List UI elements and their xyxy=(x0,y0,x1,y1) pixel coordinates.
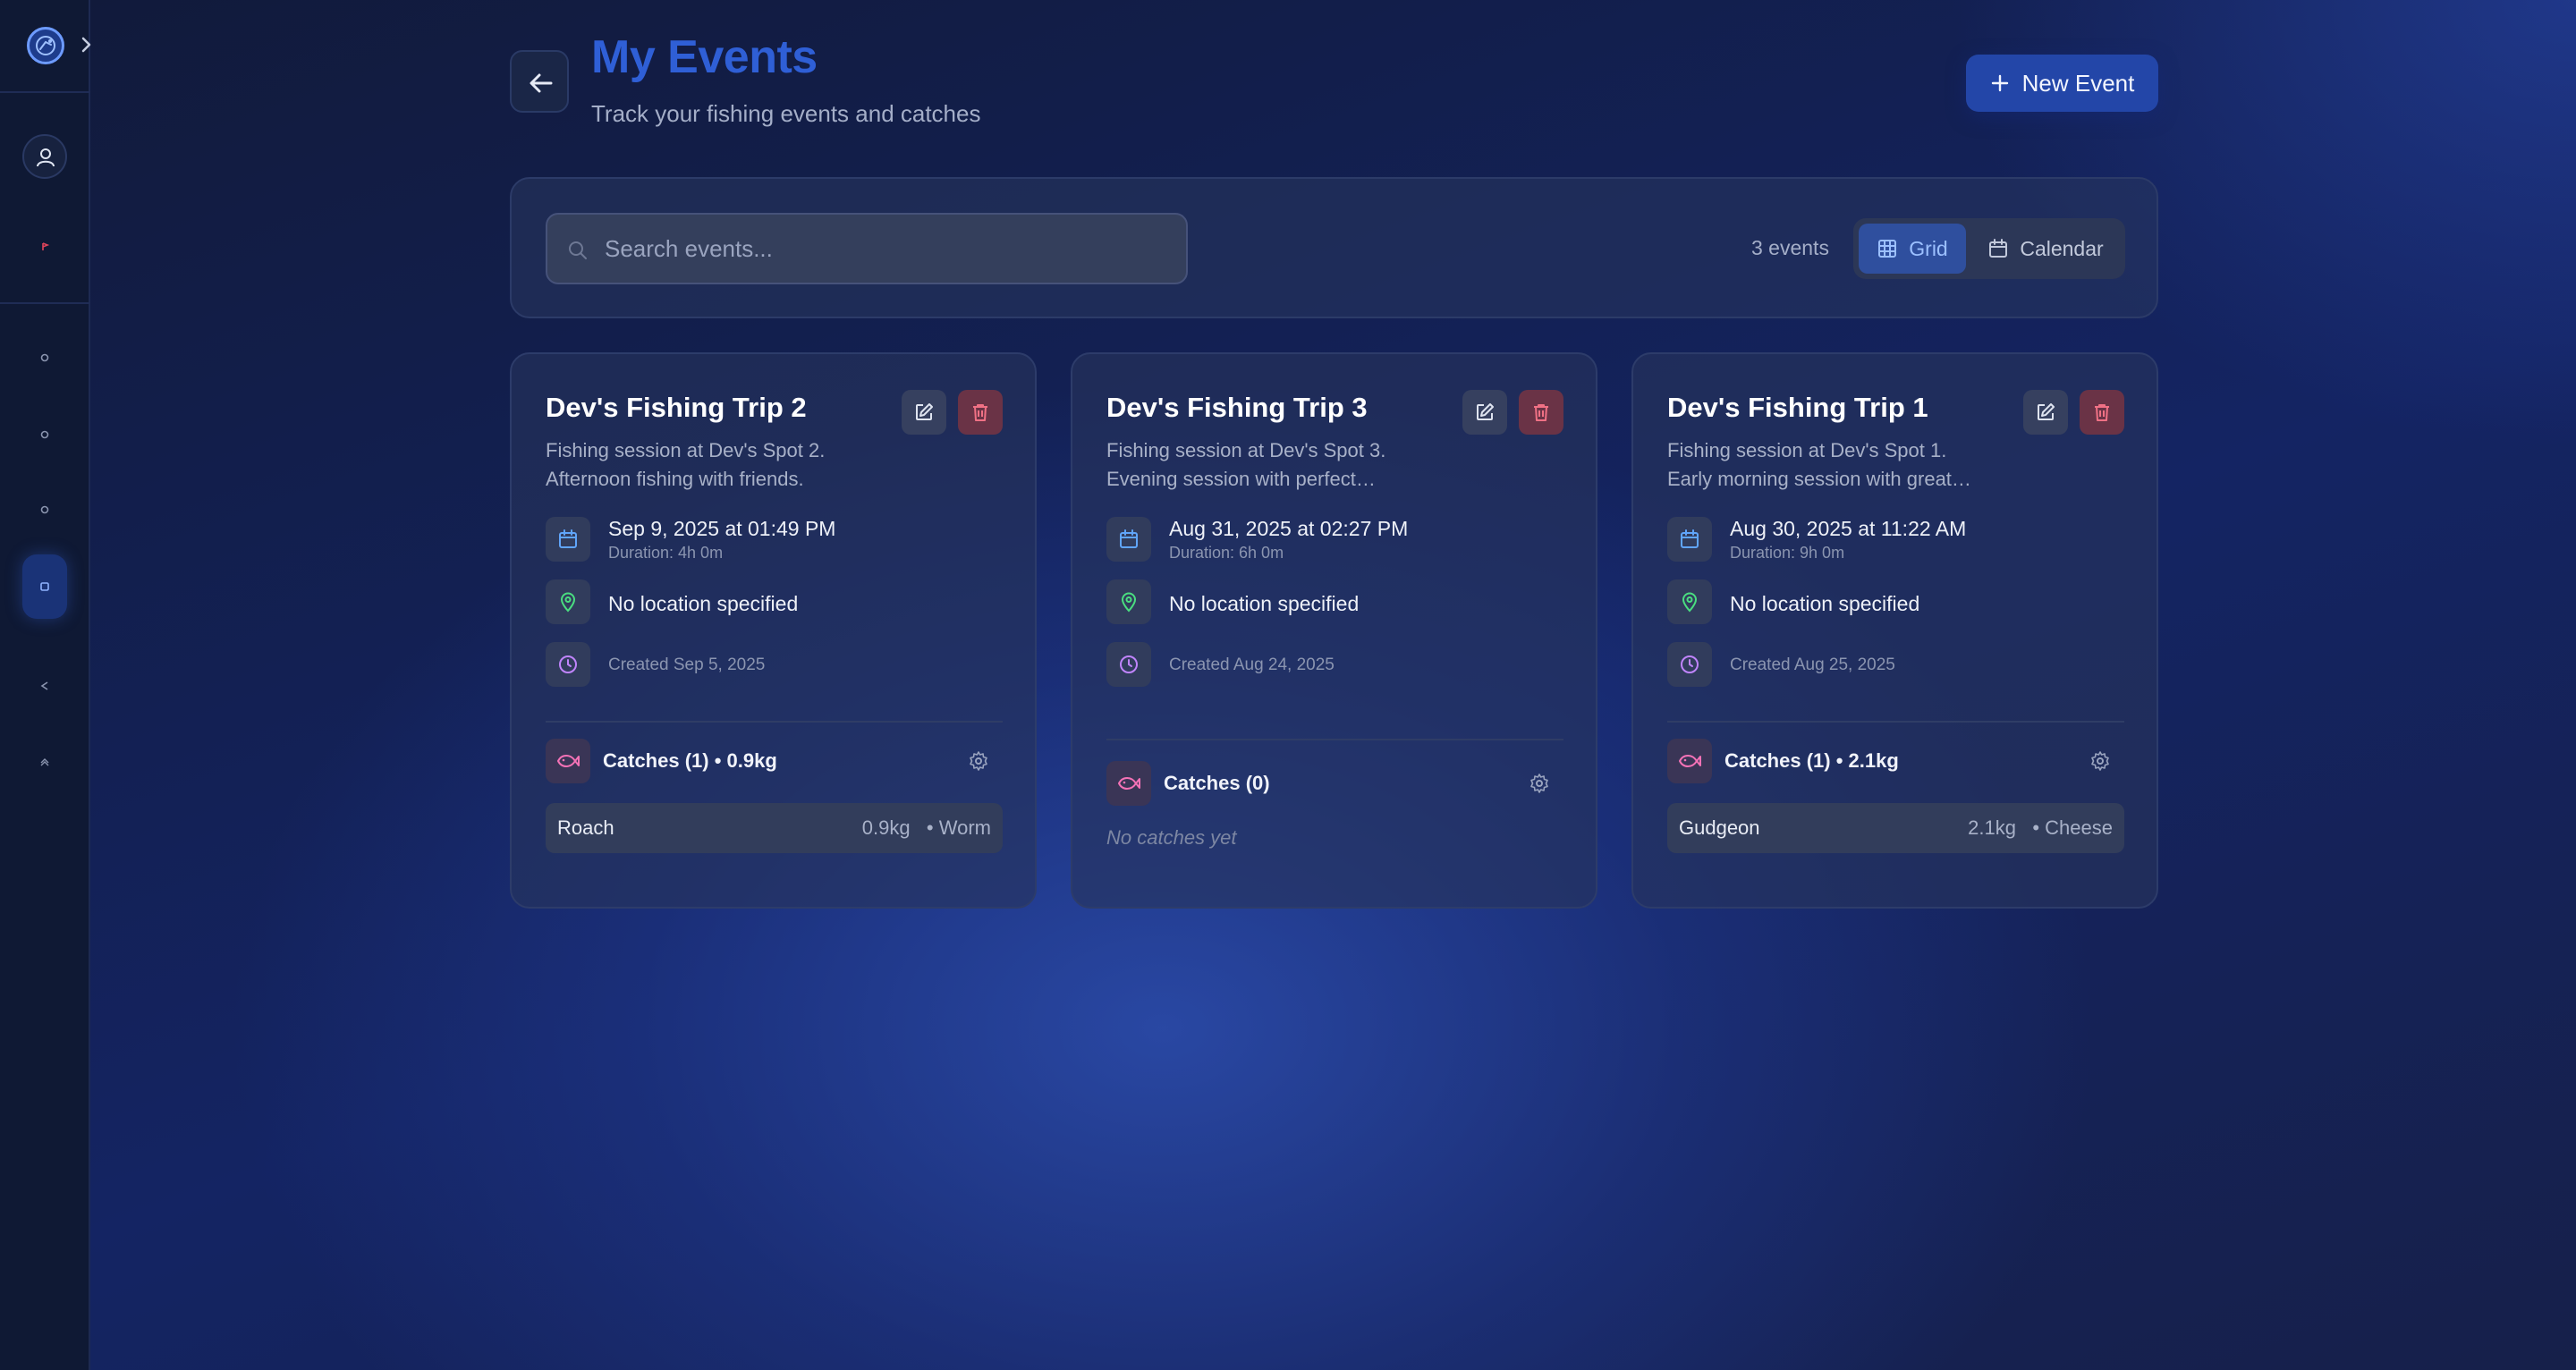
event-date: Sep 9, 2025 at 01:49 PM xyxy=(608,517,836,540)
edit-icon xyxy=(916,403,933,420)
new-event-button[interactable]: New Event xyxy=(1966,55,2158,112)
nav-events-active[interactable] xyxy=(22,554,67,619)
catches-divider xyxy=(546,721,1003,723)
view-grid-button[interactable]: Grid xyxy=(1859,224,1966,274)
grid-icon xyxy=(1878,240,1897,258)
new-event-label: New Event xyxy=(2021,69,2135,97)
catches-summary: Catches (1) • 2.1kg xyxy=(1724,749,1899,772)
delete-event-button[interactable] xyxy=(2080,390,2124,435)
view-grid-label: Grid xyxy=(1909,236,1948,260)
calendar-icon xyxy=(1989,239,2008,258)
gear-icon[interactable] xyxy=(2089,750,2111,772)
trash-icon xyxy=(1534,404,1548,421)
catches-divider xyxy=(1106,739,1563,740)
event-description: Fishing session at Dev's Spot 3. Evening… xyxy=(1106,439,1386,490)
clock-icon xyxy=(546,642,590,687)
events-toolbar: 3 events Grid Calendar xyxy=(510,177,2158,318)
catch-weight: 2.1kg xyxy=(1968,816,2016,839)
catches-summary: Catches (1) • 0.9kg xyxy=(603,749,777,772)
trash-icon xyxy=(2095,404,2109,421)
delete-event-button[interactable] xyxy=(1519,390,1563,435)
page-subtitle: Track your fishing events and catches xyxy=(591,100,981,127)
calendar-icon xyxy=(546,517,590,562)
catch-weight: 0.9kg xyxy=(861,816,911,839)
event-location: No location specified xyxy=(1169,592,1360,615)
calendar-icon xyxy=(1106,517,1151,562)
delete-event-button[interactable] xyxy=(958,390,1003,435)
event-description: Fishing session at Dev's Spot 2. Afterno… xyxy=(546,439,826,490)
catch-species: Gudgeon xyxy=(1679,816,1760,839)
event-created: Created Aug 24, 2025 xyxy=(1169,655,1335,674)
view-calendar-label: Calendar xyxy=(2020,236,2104,260)
gear-icon[interactable] xyxy=(1529,773,1550,794)
catch-species: Roach xyxy=(557,816,614,839)
catch-row[interactable]: Roach 0.9kg • Worm xyxy=(546,803,1003,853)
clock-icon xyxy=(1667,642,1712,687)
event-title: Dev's Fishing Trip 2 xyxy=(546,392,807,423)
catch-bait: • Cheese xyxy=(2032,816,2113,839)
event-date: Aug 31, 2025 at 02:27 PM xyxy=(1169,517,1409,540)
back-button[interactable] xyxy=(510,50,569,113)
fish-icon xyxy=(1106,761,1151,806)
location-pin-icon xyxy=(546,579,590,624)
fish-icon xyxy=(1667,739,1712,783)
event-duration: Duration: 9h 0m xyxy=(1730,544,1845,562)
catches-header: Catches (0) xyxy=(1106,761,1563,806)
event-card[interactable]: Dev's Fishing Trip 2 Fishing session at … xyxy=(510,352,1037,909)
event-title: Dev's Fishing Trip 3 xyxy=(1106,392,1368,423)
catches-header: Catches (1) • 2.1kg xyxy=(1667,739,2124,783)
nav-dot-icon[interactable] xyxy=(36,349,54,367)
sidebar-expand-chevron-icon[interactable] xyxy=(77,34,95,55)
sidebar-divider xyxy=(0,302,90,304)
view-calendar-button[interactable]: Calendar xyxy=(1971,224,2120,274)
event-count: 3 events xyxy=(1751,236,1829,259)
search-icon xyxy=(569,241,587,259)
edit-icon xyxy=(2038,403,2055,420)
calendar-icon xyxy=(1667,517,1712,562)
location-pin-icon xyxy=(1667,579,1712,624)
event-duration: Duration: 4h 0m xyxy=(608,544,724,562)
catch-detail: 0.9kg • Worm xyxy=(862,816,991,840)
catches-header: Catches (1) • 0.9kg xyxy=(546,739,1003,783)
event-description: Fishing session at Dev's Spot 1. Early m… xyxy=(1667,439,1971,490)
sidebar-divider xyxy=(0,91,90,93)
edit-icon xyxy=(1477,403,1494,420)
page-title: My Events xyxy=(591,31,818,83)
event-created: Created Sep 5, 2025 xyxy=(608,655,766,674)
fish-icon xyxy=(546,739,590,783)
location-pin-icon xyxy=(1106,579,1151,624)
edit-event-button[interactable] xyxy=(2023,390,2068,435)
search-input[interactable] xyxy=(605,215,1168,283)
clock-icon xyxy=(1106,642,1151,687)
no-catches-text: No catches yet xyxy=(1106,826,1237,849)
event-card[interactable]: Dev's Fishing Trip 1 Fishing session at … xyxy=(1631,352,2158,909)
catches-divider xyxy=(1667,721,2124,723)
edit-event-button[interactable] xyxy=(902,390,946,435)
gear-icon[interactable] xyxy=(968,750,989,772)
event-created: Created Aug 25, 2025 xyxy=(1730,655,1895,674)
app-logo-icon[interactable] xyxy=(27,27,64,64)
catches-summary: Catches (0) xyxy=(1164,772,1270,794)
plus-icon xyxy=(1991,74,2008,92)
sidebar xyxy=(0,0,91,1370)
catch-detail: 2.1kg • Cheese xyxy=(1968,816,2113,840)
view-toggle: Grid Calendar xyxy=(1853,218,2125,279)
catch-row[interactable]: Gudgeon 2.1kg • Cheese xyxy=(1667,803,2124,853)
flag-icon[interactable] xyxy=(36,238,54,256)
event-date: Aug 30, 2025 at 11:22 AM xyxy=(1730,517,1967,540)
event-location: No location specified xyxy=(1730,592,1920,615)
event-title: Dev's Fishing Trip 1 xyxy=(1667,392,1928,423)
event-location: No location specified xyxy=(608,592,799,615)
search-box[interactable] xyxy=(546,213,1188,284)
nav-up-icon[interactable] xyxy=(36,752,54,770)
nav-dot-icon[interactable] xyxy=(36,426,54,444)
nav-dot-icon[interactable] xyxy=(36,501,54,519)
event-card[interactable]: Dev's Fishing Trip 3 Fishing session at … xyxy=(1071,352,1597,909)
catch-bait: • Worm xyxy=(926,816,991,839)
edit-event-button[interactable] xyxy=(1462,390,1507,435)
trash-icon xyxy=(973,404,987,421)
nav-share-icon[interactable] xyxy=(36,677,54,695)
user-avatar-icon[interactable] xyxy=(22,134,67,179)
event-duration: Duration: 6h 0m xyxy=(1169,544,1284,562)
